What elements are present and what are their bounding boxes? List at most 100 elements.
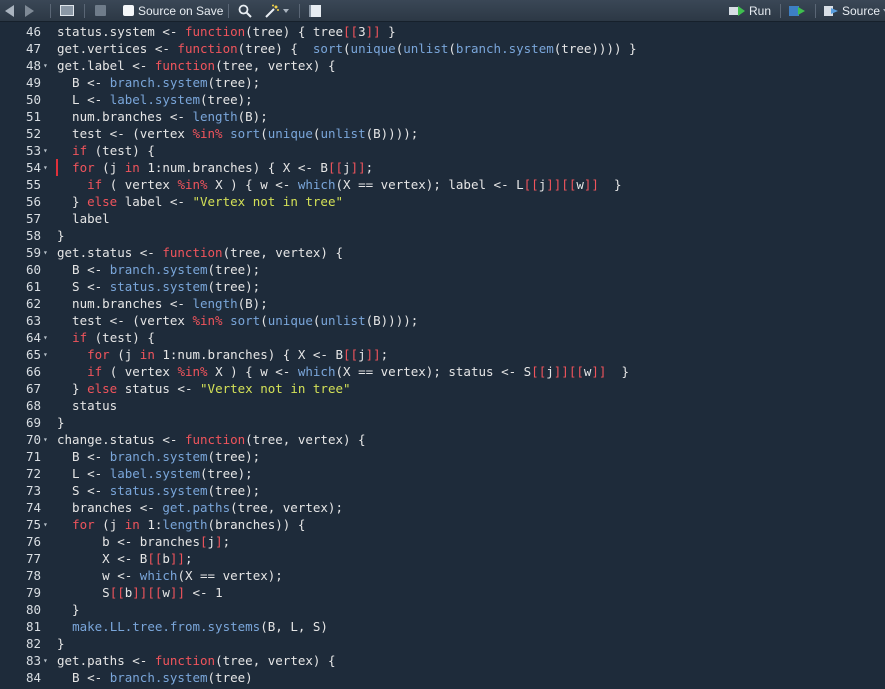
fold-toggle-icon[interactable]: ▾ bbox=[43, 57, 51, 74]
code-token: test <- (vertex bbox=[57, 313, 193, 328]
source-on-save-toggle[interactable]: Source on Save bbox=[123, 0, 223, 21]
code-line[interactable]: 83 ▾ get.paths <- function(tree, vertex) { bbox=[0, 652, 885, 669]
code-line[interactable]: 70 ▾ change.status <- function(tree, verte… bbox=[0, 431, 885, 448]
code-line[interactable]: 57 label bbox=[0, 210, 885, 227]
line-number: 49 bbox=[25, 75, 41, 90]
line-number: 75 bbox=[25, 517, 41, 532]
show-in-window-button[interactable] bbox=[60, 0, 74, 21]
code-text: if (test) { bbox=[57, 142, 155, 159]
compile-report-button[interactable] bbox=[309, 0, 321, 21]
back-button[interactable] bbox=[5, 0, 14, 21]
code-text: for (j in 1:num.branches) { X <- B[[j]]; bbox=[57, 346, 388, 363]
fold-toggle-icon[interactable]: ▾ bbox=[43, 431, 51, 448]
code-line[interactable]: 77 X <- B[[b]]; bbox=[0, 550, 885, 567]
code-line[interactable]: 58} bbox=[0, 227, 885, 244]
code-line[interactable]: 47 get.vertices <- function(tree) { sort(… bbox=[0, 40, 885, 57]
fold-toggle-icon[interactable]: ▾ bbox=[43, 244, 51, 261]
code-line[interactable]: 60 B <- branch.system(tree); bbox=[0, 261, 885, 278]
code-line[interactable]: 84 B <- branch.system(tree) bbox=[0, 669, 885, 686]
forward-button[interactable] bbox=[25, 0, 34, 21]
code-line[interactable]: 80 } bbox=[0, 601, 885, 618]
code-token: num.branches <- bbox=[57, 109, 193, 124]
code-line[interactable]: 74 branches <- get.paths(tree, vertex); bbox=[0, 499, 885, 516]
code-line[interactable]: 62 num.branches <- length(B); bbox=[0, 295, 885, 312]
code-line[interactable]: 82} bbox=[0, 635, 885, 652]
code-line[interactable]: 71 B <- branch.system(tree); bbox=[0, 448, 885, 465]
code-token: B <- bbox=[57, 449, 110, 464]
source-button[interactable]: Source bbox=[823, 0, 885, 21]
code-line[interactable]: 69} bbox=[0, 414, 885, 431]
code-token: unique bbox=[267, 126, 313, 141]
code-token: sort bbox=[312, 41, 344, 56]
fold-toggle-icon[interactable]: ▾ bbox=[43, 159, 51, 176]
code-token: status bbox=[57, 398, 118, 413]
code-line[interactable]: 55 if ( vertex %in% X ) { w <- which(X =… bbox=[0, 176, 885, 193]
code-line[interactable]: 53 ▾ if (test) { bbox=[0, 142, 885, 159]
code-token: [ bbox=[200, 534, 208, 549]
source-on-save-checkbox[interactable] bbox=[123, 5, 134, 16]
code-line[interactable]: 56 } else label <- "Vertex not in tree" bbox=[0, 193, 885, 210]
code-line[interactable]: 63 test <- (vertex %in% sort(unique(unli… bbox=[0, 312, 885, 329]
line-number: 84 bbox=[25, 670, 41, 685]
code-token: (tree) { bbox=[237, 41, 313, 56]
code-token: B <- bbox=[57, 262, 110, 277]
line-number: 79 bbox=[25, 585, 41, 600]
code-line[interactable]: 61 S <- status.system(tree); bbox=[0, 278, 885, 295]
run-label: Run bbox=[749, 3, 772, 18]
code-line[interactable]: 46 status.system <- function(tree) { tree… bbox=[0, 23, 885, 40]
code-line[interactable]: 64 ▾ if (test) { bbox=[0, 329, 885, 346]
rerun-button[interactable] bbox=[788, 0, 806, 21]
code-line[interactable]: 79 S[[b]][[w]] <- 1 bbox=[0, 584, 885, 601]
code-line[interactable]: 49 B <- branch.system(tree); bbox=[0, 74, 885, 91]
code-line[interactable]: 72 L <- label.system(tree); bbox=[0, 465, 885, 482]
code-line[interactable]: 50 L <- label.system(tree); bbox=[0, 91, 885, 108]
code-token: function bbox=[154, 653, 216, 668]
code-line[interactable]: 51 num.branches <- length(B); bbox=[0, 108, 885, 125]
fold-toggle-icon[interactable]: ▾ bbox=[43, 329, 51, 346]
find-replace-button[interactable] bbox=[238, 0, 252, 21]
code-tools-button[interactable] bbox=[264, 0, 289, 21]
code-token: w <- bbox=[57, 568, 140, 583]
line-number: 74 bbox=[25, 500, 41, 515]
code-token: function bbox=[184, 24, 246, 39]
code-token: (test) { bbox=[87, 330, 155, 345]
code-text: status.system <- function(tree) { tree[[… bbox=[57, 23, 396, 40]
code-line[interactable]: 76 b <- branches[j]; bbox=[0, 533, 885, 550]
code-line[interactable]: 54 ▾ for (j in 1:num.branches) { X <- B[[… bbox=[0, 159, 885, 176]
code-line[interactable]: 81 make.LL.tree.from.systems(B, L, S) bbox=[0, 618, 885, 635]
code-token: length bbox=[192, 109, 238, 124]
code-line[interactable]: 78 w <- which(X == vertex); bbox=[0, 567, 885, 584]
code-line[interactable]: 48 ▾ get.label <- function(tree, vertex) { bbox=[0, 57, 885, 74]
code-line[interactable]: 52 test <- (vertex %in% sort(unique(unli… bbox=[0, 125, 885, 142]
toolbar-separator bbox=[84, 4, 85, 18]
code-text: get.paths <- function(tree, vertex) { bbox=[57, 652, 335, 669]
code-line[interactable]: 68 status bbox=[0, 397, 885, 414]
line-number: 63 bbox=[25, 313, 41, 328]
save-button[interactable] bbox=[95, 0, 106, 21]
code-text: B <- branch.system(tree); bbox=[57, 74, 260, 91]
code-token: label <- bbox=[117, 194, 193, 209]
code-line[interactable]: 73 S <- status.system(tree); bbox=[0, 482, 885, 499]
code-line[interactable]: 65 ▾ for (j in 1:num.branches) { X <- B[[… bbox=[0, 346, 885, 363]
code-token: ( vertex bbox=[102, 177, 178, 192]
code-token: b bbox=[162, 551, 170, 566]
code-token: "Vertex not in tree" bbox=[200, 381, 351, 396]
code-token: ]] bbox=[169, 585, 185, 600]
run-button[interactable]: Run bbox=[728, 0, 771, 21]
code-line[interactable]: 67 } else status <- "Vertex not in tree" bbox=[0, 380, 885, 397]
code-line[interactable]: 75 ▾ for (j in 1:length(branches)) { bbox=[0, 516, 885, 533]
fold-toggle-icon[interactable]: ▾ bbox=[43, 652, 51, 669]
fold-toggle-icon[interactable]: ▾ bbox=[43, 346, 51, 363]
code-editor[interactable]: 46 status.system <- function(tree) { tree… bbox=[0, 22, 885, 689]
fold-toggle-icon[interactable]: ▾ bbox=[43, 142, 51, 159]
code-token: get.vertices <- bbox=[57, 41, 178, 56]
code-text: X <- B[[b]]; bbox=[57, 550, 192, 567]
code-line[interactable]: 59 ▾ get.status <- function(tree, vertex) … bbox=[0, 244, 885, 261]
fold-toggle-icon[interactable]: ▾ bbox=[43, 516, 51, 533]
toolbar-separator bbox=[228, 4, 229, 18]
code-token: [[ bbox=[343, 24, 359, 39]
code-line[interactable]: 66 if ( vertex %in% X ) { w <- which(X =… bbox=[0, 363, 885, 380]
